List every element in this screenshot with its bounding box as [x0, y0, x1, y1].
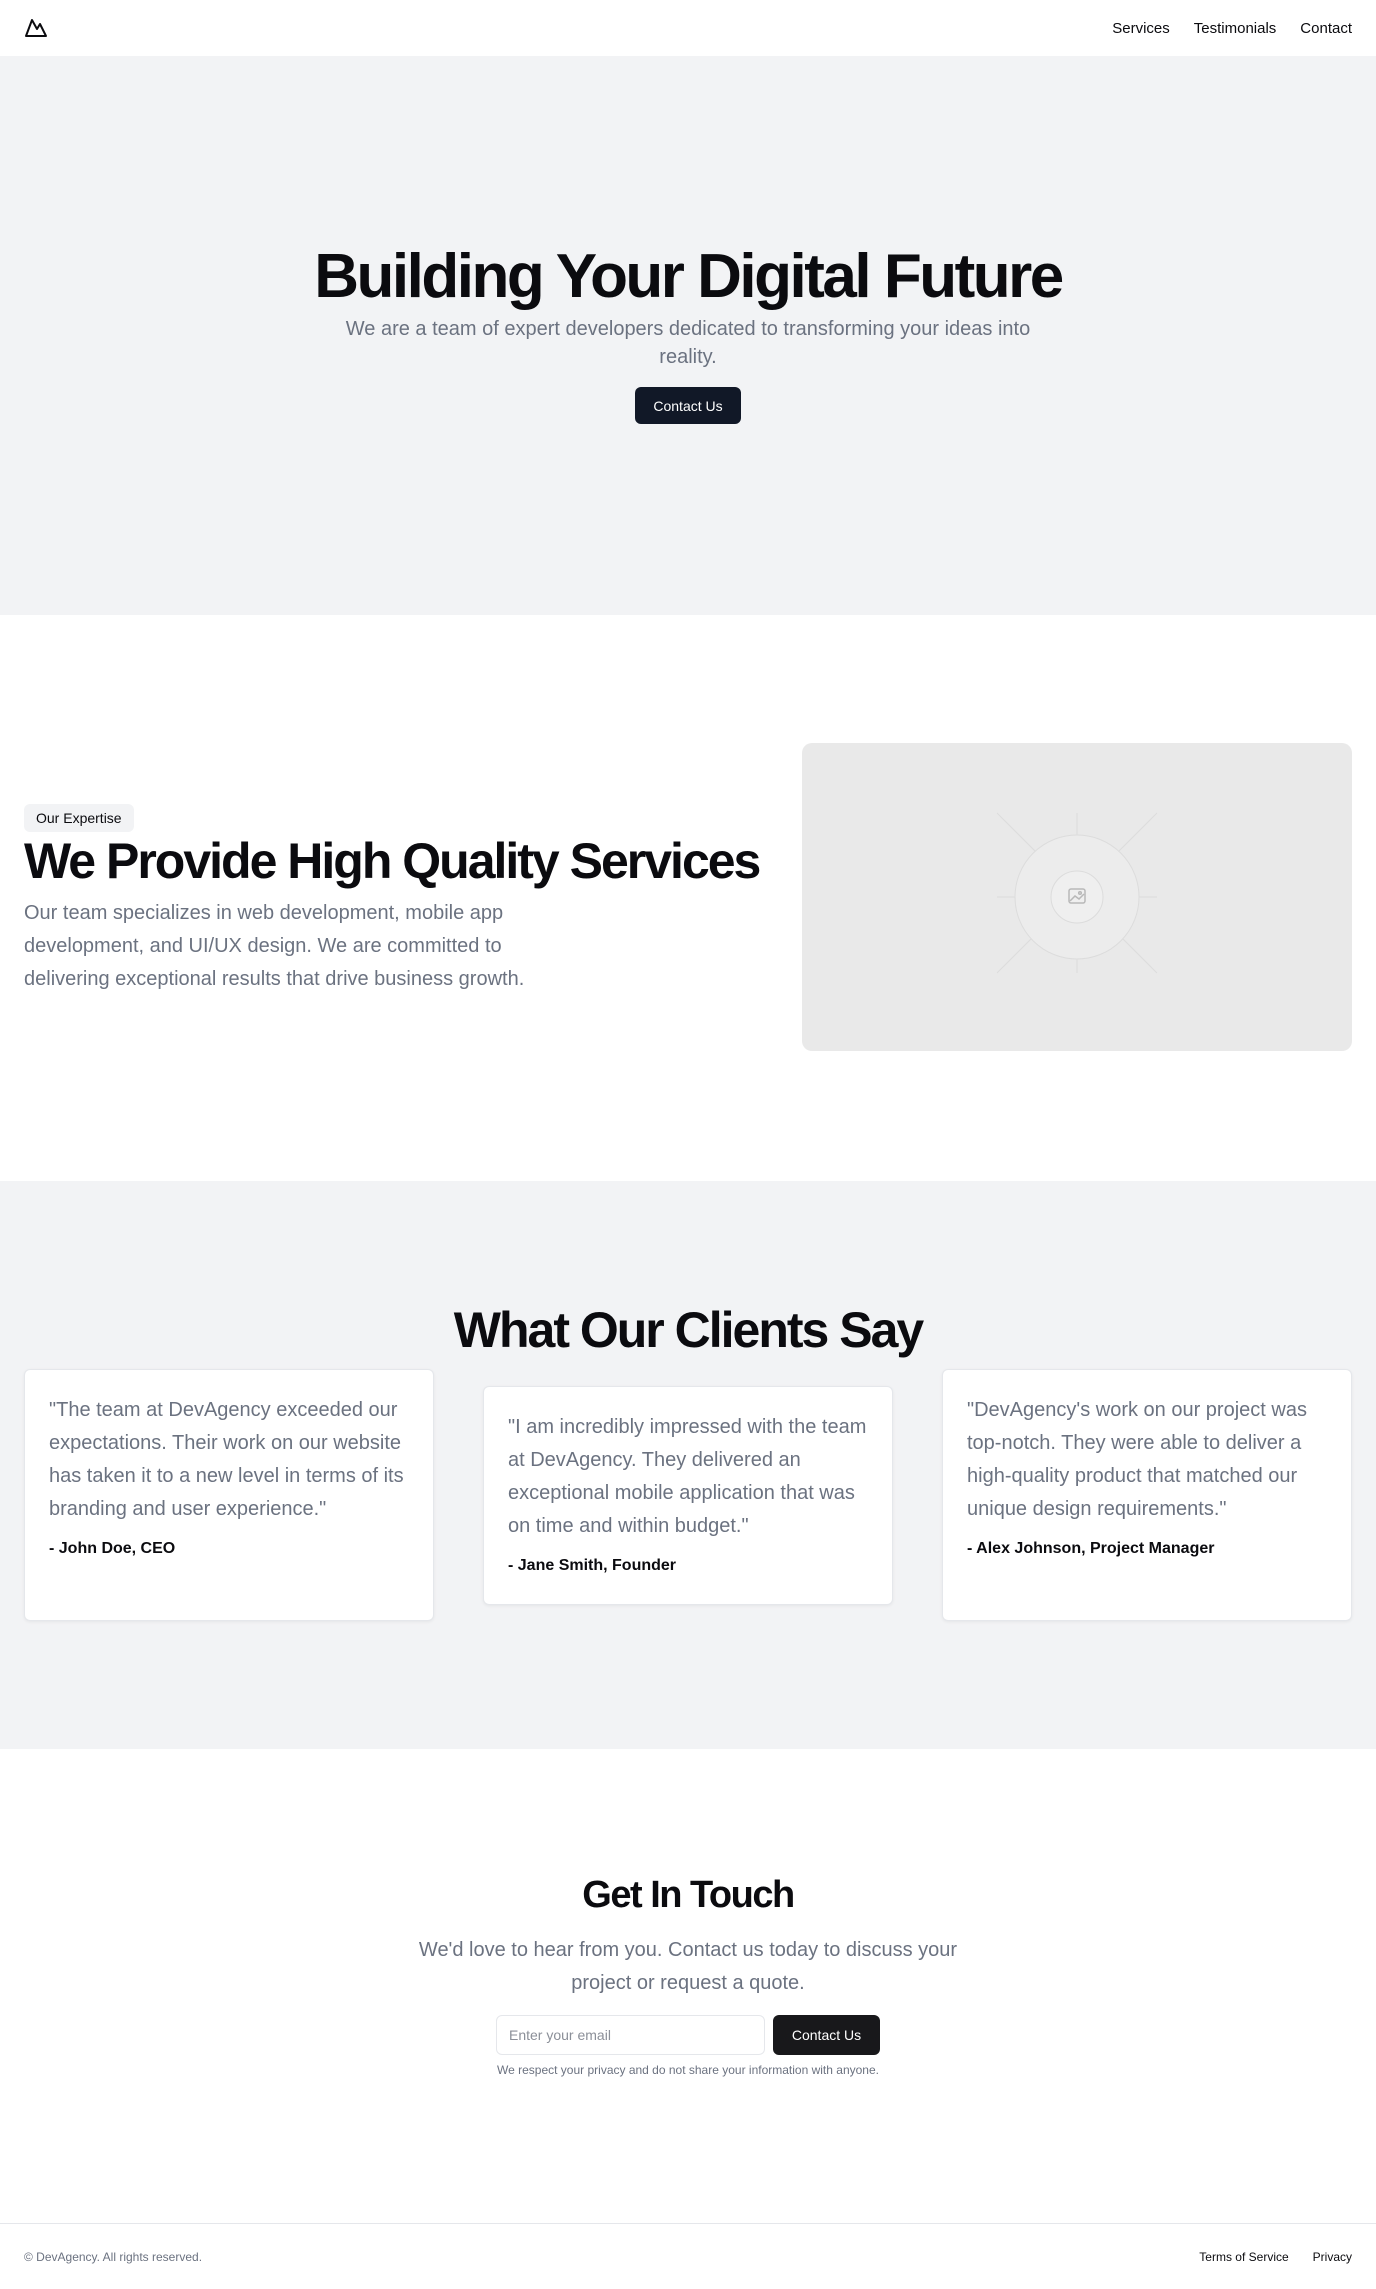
- email-input[interactable]: [496, 2015, 765, 2055]
- hero-contact-button[interactable]: Contact Us: [635, 387, 741, 424]
- contact-submit-button[interactable]: Contact Us: [773, 2015, 880, 2055]
- hero-section: Building Your Digital Future We are a te…: [0, 56, 1376, 615]
- testimonials-section: What Our Clients Say "The team at DevAge…: [0, 1181, 1376, 1749]
- services-title: We Provide High Quality Services: [24, 833, 761, 889]
- testimonial-quote: "The team at DevAgency exceeded our expe…: [49, 1399, 404, 1520]
- contact-title: Get In Touch: [582, 1874, 795, 1916]
- testimonial-card: "DevAgency's work on our project was top…: [942, 1369, 1352, 1621]
- services-section: Our Expertise We Provide High Quality Se…: [0, 615, 1376, 1181]
- image-placeholder: [802, 743, 1352, 1051]
- testimonial-author: - Jane Smith, Founder: [508, 1557, 677, 1574]
- footer-link-privacy[interactable]: Privacy: [1313, 2250, 1352, 2264]
- testimonial-quote: "DevAgency's work on our project was top…: [967, 1399, 1307, 1520]
- testimonial-card: "I am incredibly impressed with the team…: [483, 1386, 893, 1605]
- contact-subtitle: We'd love to hear from you. Contact us t…: [418, 1939, 958, 1994]
- nav-link-services[interactable]: Services: [1112, 20, 1170, 37]
- expertise-badge: Our Expertise: [24, 804, 134, 832]
- mountain-logo-icon: [25, 19, 47, 37]
- nav-link-testimonials[interactable]: Testimonials: [1194, 20, 1277, 37]
- footer-link-terms[interactable]: Terms of Service: [1199, 2250, 1288, 2264]
- main-nav: Services Testimonials Contact: [1112, 20, 1352, 37]
- testimonial-card: "The team at DevAgency exceeded our expe…: [24, 1369, 434, 1621]
- privacy-note: We respect your privacy and do not share…: [497, 2063, 879, 2077]
- testimonial-quote: "I am incredibly impressed with the team…: [508, 1416, 867, 1537]
- testimonial-author: - John Doe, CEO: [49, 1540, 176, 1557]
- site-footer: © DevAgency. All rights reserved. Terms …: [0, 2223, 1376, 2289]
- nav-link-contact[interactable]: Contact: [1300, 20, 1352, 37]
- footer-links: Terms of Service Privacy: [1199, 2250, 1352, 2264]
- hero-subtitle: We are a team of expert developers dedic…: [345, 318, 1031, 368]
- testimonial-author: - Alex Johnson, Project Manager: [967, 1540, 1215, 1557]
- placeholder-graphic: [996, 812, 1158, 974]
- testimonials-title: What Our Clients Say: [453, 1302, 924, 1358]
- services-description: Our team specializes in web development,…: [24, 902, 525, 990]
- site-header: Services Testimonials Contact: [0, 0, 1376, 56]
- hero-title: Building Your Digital Future: [314, 242, 1064, 311]
- contact-section: Get In Touch We'd love to hear from you.…: [0, 1749, 1376, 2223]
- logo-link[interactable]: [24, 16, 48, 40]
- copyright-text: © DevAgency. All rights reserved.: [24, 2249, 203, 2264]
